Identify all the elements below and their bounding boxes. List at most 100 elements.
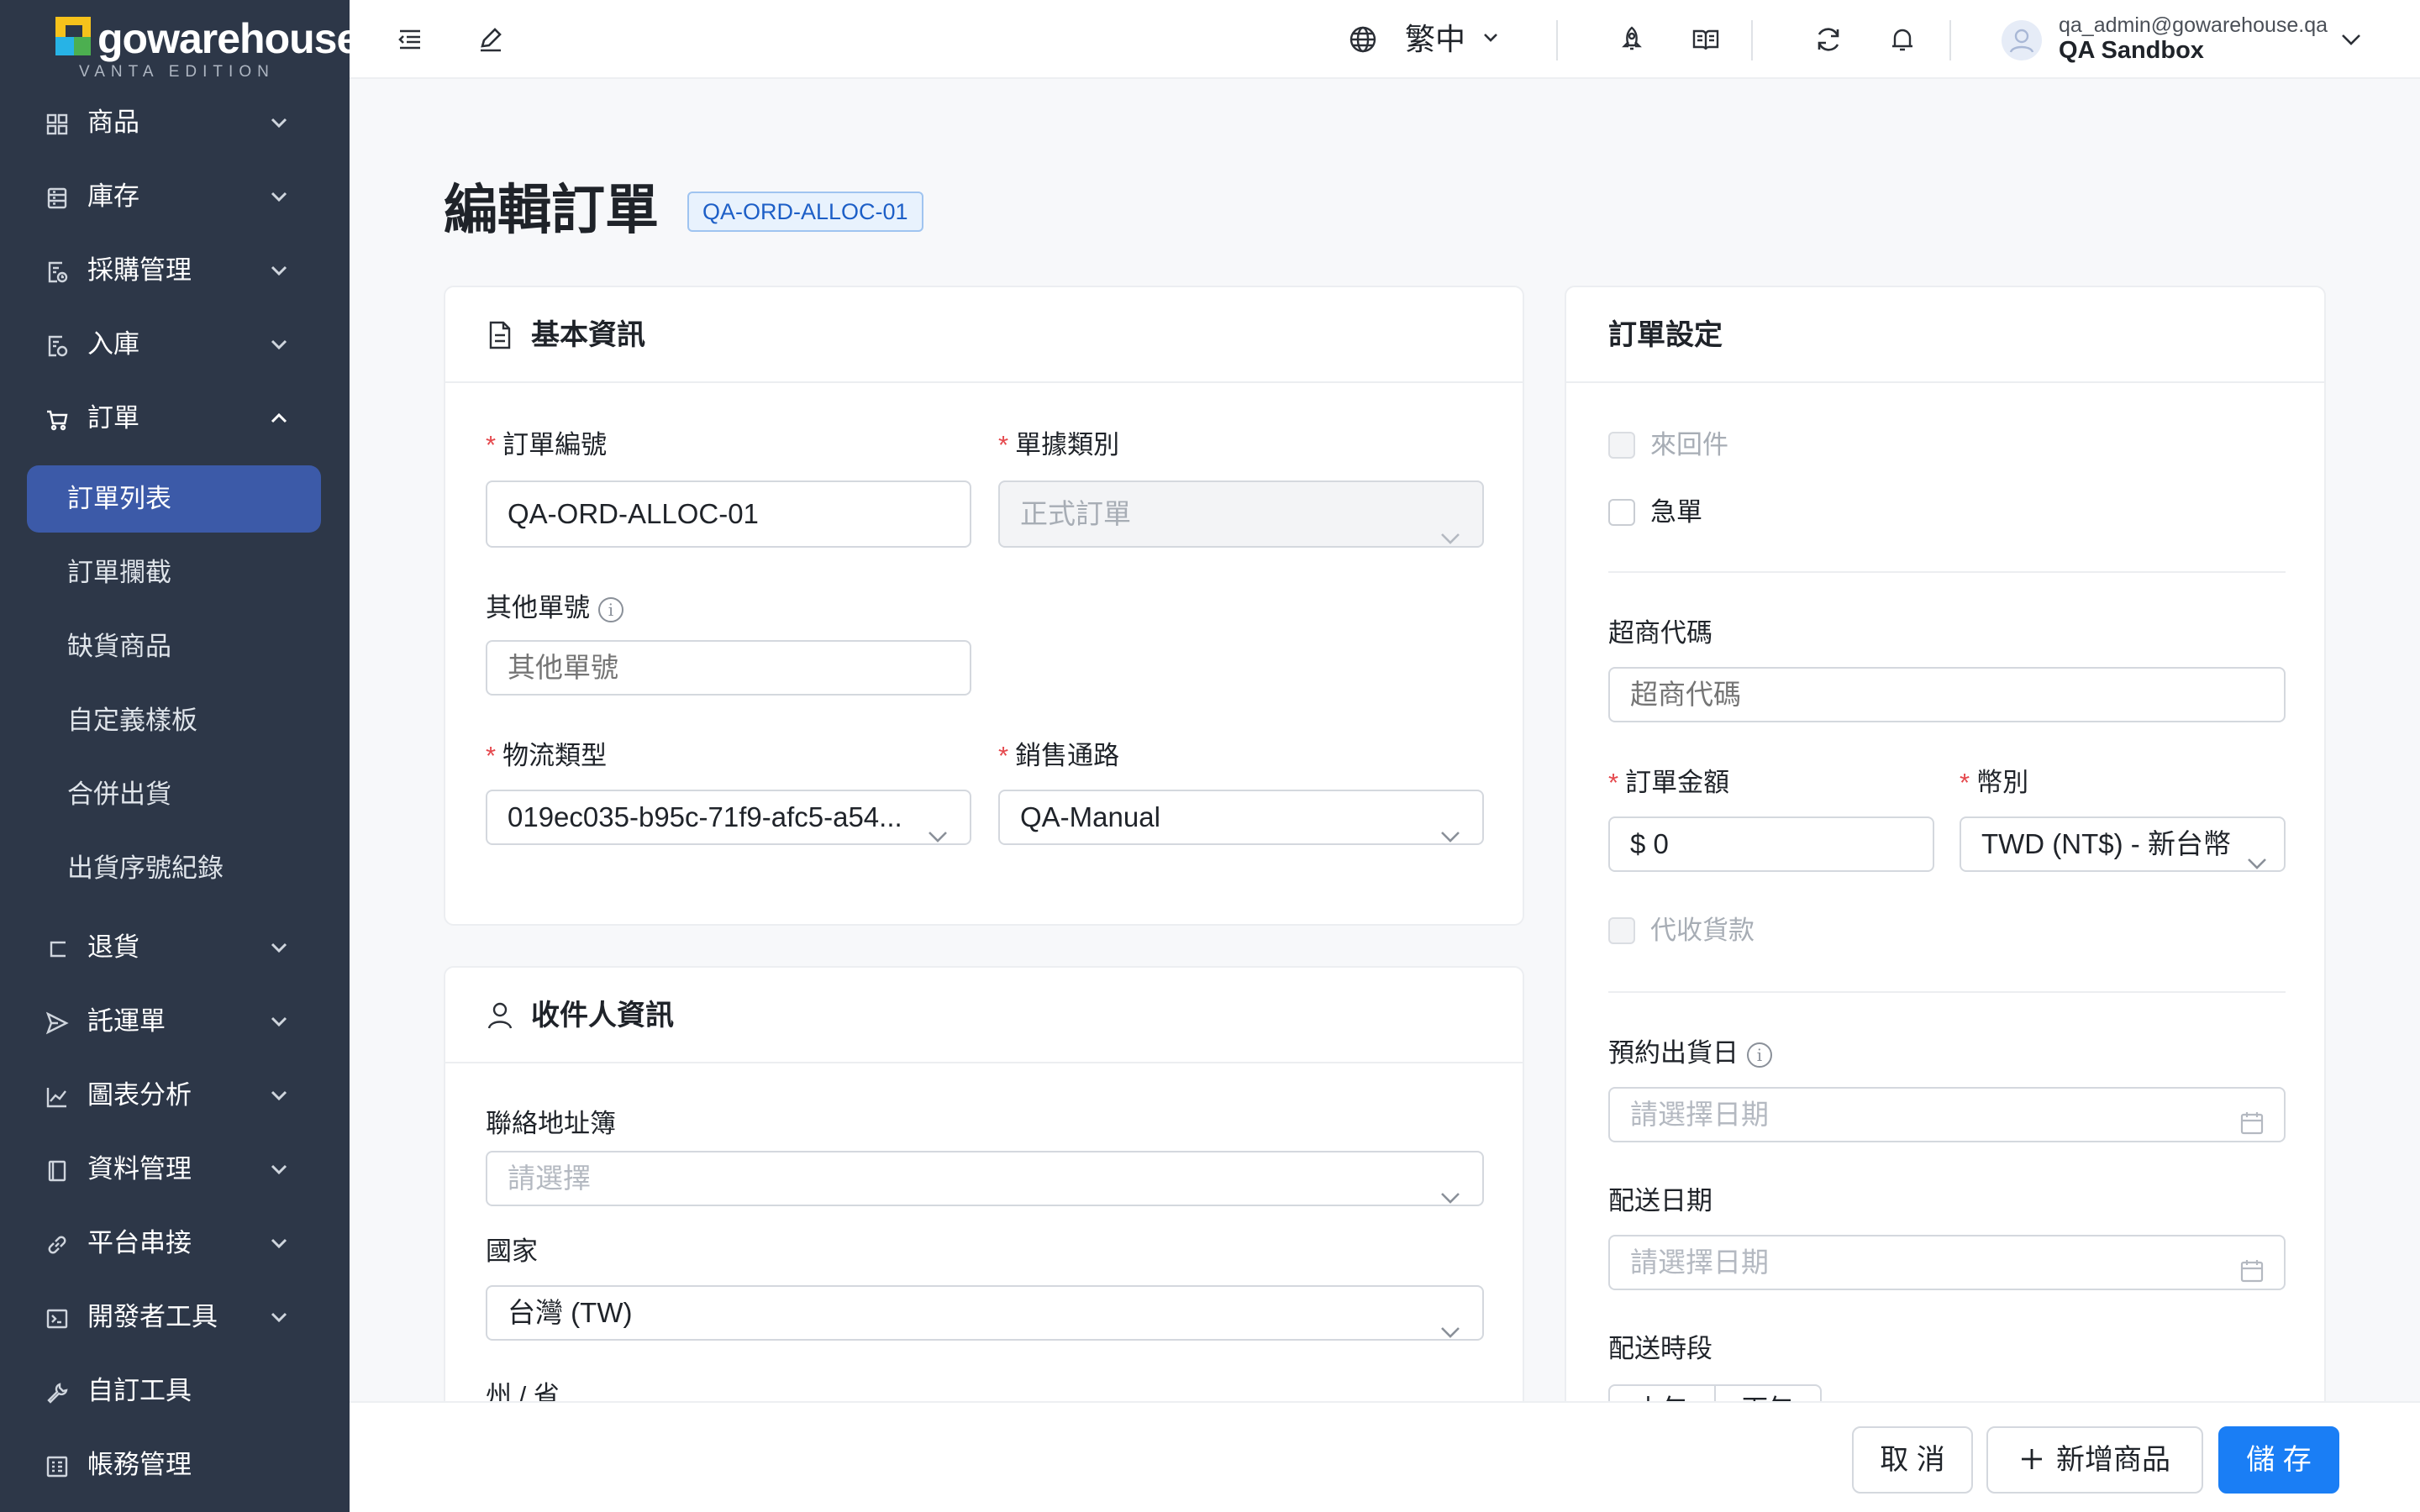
language-selector[interactable]: 繁中 bbox=[1405, 0, 1465, 79]
chevron-down-icon bbox=[269, 262, 289, 279]
required-mark: * bbox=[486, 430, 497, 459]
add-product-button[interactable]: 新增商品 bbox=[1986, 1426, 2203, 1494]
billing-icon bbox=[45, 1455, 69, 1478]
checkbox-box[interactable] bbox=[1608, 432, 1635, 459]
sidebar-item-consignment[interactable]: 託運單 bbox=[0, 988, 350, 1055]
logistics-select[interactable]: 019ec035-b95c-71f9-afc5-a54... bbox=[486, 790, 971, 845]
purchase-icon bbox=[45, 260, 69, 284]
sidebar-subitem-order-intercept[interactable]: 訂單攔截 bbox=[27, 539, 321, 606]
sidebar-item-inventory[interactable]: 庫存 bbox=[0, 163, 350, 230]
country-value: 台灣 (TW) bbox=[508, 1297, 633, 1328]
order-number-tag: QA-ORD-ALLOC-01 bbox=[687, 192, 923, 232]
info-icon[interactable]: i bbox=[1747, 1042, 1772, 1068]
doc-type-select[interactable]: 正式訂單 bbox=[998, 480, 1484, 548]
sidebar-item-data-management[interactable]: 資料管理 bbox=[0, 1136, 350, 1203]
save-button[interactable]: 儲 存 bbox=[2218, 1426, 2339, 1494]
checkbox-box[interactable] bbox=[1608, 499, 1635, 526]
avatar[interactable] bbox=[2002, 20, 2042, 60]
sidebar-subitem-order-list[interactable]: 訂單列表 bbox=[27, 465, 321, 533]
required-mark: * bbox=[998, 430, 1009, 459]
urgent-checkbox[interactable]: 急單 bbox=[1608, 496, 1860, 529]
return-icon bbox=[45, 937, 69, 961]
sidebar-subitem-label: 自定義樣板 bbox=[67, 706, 197, 735]
sidebar-item-label: 自訂工具 bbox=[87, 1376, 192, 1405]
country-label: 國家 bbox=[486, 1236, 538, 1266]
logistics-label: * 物流類型 bbox=[486, 741, 608, 770]
sidebar-item-products[interactable]: 商品 bbox=[0, 89, 350, 156]
info-icon[interactable]: i bbox=[598, 596, 623, 622]
cart-icon bbox=[45, 408, 69, 432]
sidebar-subitem-label: 合併出貨 bbox=[67, 780, 171, 809]
chevron-down-icon[interactable] bbox=[1479, 26, 1502, 50]
chevron-down-icon[interactable] bbox=[2336, 24, 2366, 55]
sidebar-item-billing[interactable]: 帳務管理 bbox=[0, 1431, 350, 1499]
address-book-select[interactable]: 請選擇 bbox=[486, 1151, 1484, 1206]
other-no-input[interactable] bbox=[486, 640, 971, 696]
ship-date-picker[interactable]: 請選擇日期 bbox=[1608, 1087, 2286, 1142]
logo-mark-icon bbox=[55, 17, 91, 59]
edit-icon[interactable] bbox=[476, 24, 506, 55]
grid-icon bbox=[45, 113, 69, 136]
bell-icon[interactable] bbox=[1887, 24, 1918, 55]
sidebar-subitem-label: 訂單列表 bbox=[67, 484, 171, 513]
sidebar-item-label: 開發者工具 bbox=[87, 1302, 218, 1331]
brand-name: gowarehouse bbox=[97, 15, 350, 62]
sidebar-item-label: 庫存 bbox=[87, 181, 139, 211]
sidebar-item-inbound[interactable]: 入庫 bbox=[0, 311, 350, 378]
ship-date-placeholder: 請選擇日期 bbox=[1630, 1099, 1769, 1130]
action-footer: 取 消 新增商品 儲 存 bbox=[350, 1401, 2420, 1512]
chevron-down-icon bbox=[269, 939, 289, 956]
sidebar-subitem-merge-shipment[interactable]: 合併出貨 bbox=[27, 761, 321, 828]
chevron-down-icon bbox=[1439, 810, 1462, 843]
doc-type-label: * 單據類別 bbox=[998, 430, 1120, 459]
card-title: 收件人資訊 bbox=[531, 1000, 674, 1032]
channel-label: * 銷售通路 bbox=[998, 741, 1120, 770]
cod-checkbox[interactable]: 代收貨款 bbox=[1608, 914, 1860, 948]
sidebar-item-label: 平台串接 bbox=[87, 1228, 192, 1257]
sidebar-item-custom-tools[interactable]: 自訂工具 bbox=[0, 1357, 350, 1425]
sidebar-subitem-custom-template[interactable]: 自定義樣板 bbox=[27, 687, 321, 754]
order-settings-card: 訂單設定 來回件 急單 超商代碼 *訂單金額 $ 0 *幣別 TWD (NT$)… bbox=[1565, 286, 2326, 1436]
store-code-label: 超商代碼 bbox=[1608, 618, 1712, 648]
delivery-date-label: 配送日期 bbox=[1608, 1186, 1712, 1215]
sidebar-item-purchasing[interactable]: 採購管理 bbox=[0, 237, 350, 304]
sidebar-item-label: 訂單 bbox=[87, 403, 139, 433]
order-no-input[interactable]: QA-ORD-ALLOC-01 bbox=[486, 480, 971, 548]
refresh-icon[interactable] bbox=[1813, 24, 1844, 55]
checkbox-box[interactable] bbox=[1608, 917, 1635, 944]
cancel-button[interactable]: 取 消 bbox=[1852, 1426, 1973, 1494]
amount-input[interactable]: $ 0 bbox=[1608, 816, 1934, 872]
store-code-input[interactable] bbox=[1608, 667, 2286, 722]
currency-select[interactable]: TWD (NT$) - 新台幣 bbox=[1960, 816, 2286, 872]
brand-logo[interactable]: gowarehouse VANTA EDITION bbox=[55, 15, 350, 81]
sidebar-item-returns[interactable]: 退貨 bbox=[0, 914, 350, 981]
globe-icon[interactable] bbox=[1348, 24, 1378, 55]
sidebar-item-label: 託運單 bbox=[87, 1006, 166, 1036]
round-trip-checkbox[interactable]: 來回件 bbox=[1608, 428, 1860, 462]
channel-select[interactable]: QA-Manual bbox=[998, 790, 1484, 845]
menu-fold-icon[interactable] bbox=[395, 24, 425, 55]
add-product-label: 新增商品 bbox=[2056, 1444, 2170, 1476]
sidebar-subitem-label: 出貨序號紀錄 bbox=[67, 853, 224, 883]
address-book-placeholder: 請選擇 bbox=[508, 1163, 591, 1194]
chevron-down-icon bbox=[269, 1309, 289, 1326]
chevron-down-icon bbox=[1439, 1171, 1462, 1204]
sidebar-item-label: 採購管理 bbox=[87, 255, 192, 285]
country-select[interactable]: 台灣 (TW) bbox=[486, 1285, 1484, 1341]
user-org[interactable]: QA Sandbox bbox=[2059, 37, 2204, 64]
rocket-icon[interactable] bbox=[1617, 24, 1647, 55]
open-book-icon[interactable] bbox=[1691, 24, 1721, 55]
sidebar-item-analytics[interactable]: 圖表分析 bbox=[0, 1062, 350, 1129]
sidebar-subitem-out-of-stock[interactable]: 缺貨商品 bbox=[27, 613, 321, 680]
ship-date-label: 預約出貨日 i bbox=[1608, 1037, 1772, 1070]
required-mark: * bbox=[1608, 768, 1619, 797]
chevron-down-icon bbox=[269, 1013, 289, 1030]
sidebar-item-developer-tools[interactable]: 開發者工具 bbox=[0, 1284, 350, 1351]
sidebar-item-integrations[interactable]: 平台串接 bbox=[0, 1210, 350, 1277]
delivery-date-picker[interactable]: 請選擇日期 bbox=[1608, 1235, 2286, 1290]
user-email[interactable]: qa_admin@gowarehouse.qa bbox=[2059, 13, 2328, 37]
sidebar-item-orders[interactable]: 訂單 bbox=[0, 385, 350, 452]
card-header: 基本資訊 bbox=[445, 287, 1523, 383]
checkbox-label: 急單 bbox=[1650, 497, 1702, 527]
sidebar-subitem-serial-records[interactable]: 出貨序號紀錄 bbox=[27, 835, 321, 902]
